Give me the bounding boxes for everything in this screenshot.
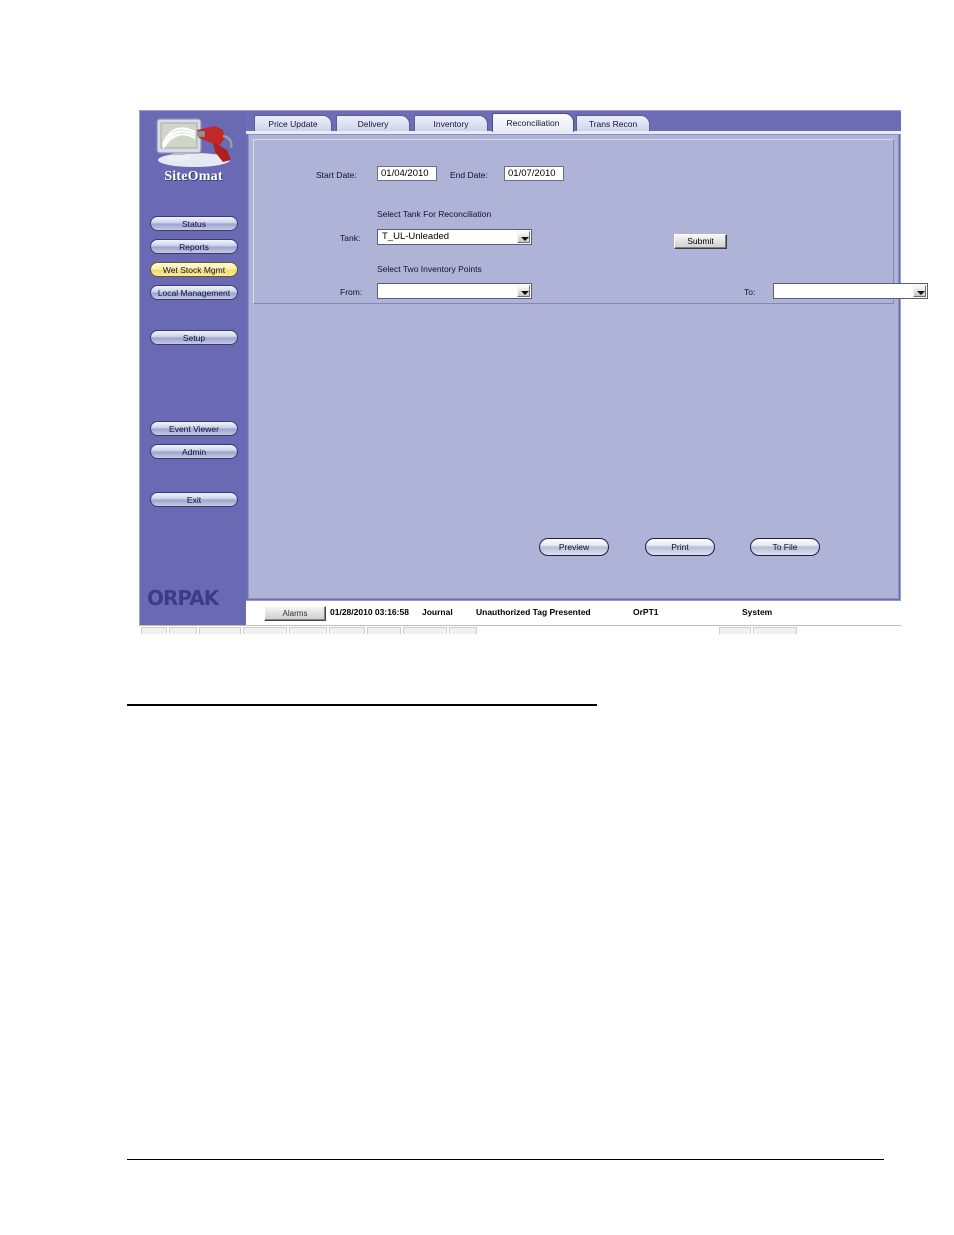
tab-reconciliation[interactable]: Reconciliation — [492, 113, 574, 132]
status-bar: Alarms 01/28/2010 03:16:58 Journal Unaut… — [246, 600, 901, 628]
taskbar-item[interactable] — [753, 627, 797, 634]
chevron-down-icon[interactable] — [517, 285, 530, 297]
tank-select-value: T_UL-Unleaded — [382, 231, 450, 242]
status-source: OrPT1 — [633, 607, 659, 617]
sidebar-item-label: Exit — [186, 495, 202, 505]
sidebar-item-exit[interactable]: Exit — [150, 492, 238, 507]
tab-label: Price Update — [268, 119, 318, 129]
to-file-button[interactable]: To File — [750, 538, 820, 556]
status-category: Journal — [422, 607, 453, 617]
tank-label: Tank: — [340, 233, 361, 243]
taskbar-item[interactable] — [367, 627, 401, 634]
application-window-inner: SiteOmat Status Reports Wet Stock Mgmt L… — [140, 111, 928, 629]
end-date-input[interactable]: 01/07/2010 — [504, 166, 564, 181]
tab-label: Delivery — [357, 119, 389, 129]
os-taskbar-sliver — [139, 625, 901, 634]
start-date-input[interactable]: 01/04/2010 — [377, 166, 437, 181]
page-divider-bottom — [127, 1159, 884, 1160]
alarms-button[interactable]: Alarms — [264, 606, 326, 621]
end-date-label: End Date: — [450, 170, 488, 180]
status-origin: System — [742, 607, 773, 617]
taskbar-item[interactable] — [329, 627, 365, 634]
tab-delivery[interactable]: Delivery — [336, 115, 410, 132]
sidebar: SiteOmat Status Reports Wet Stock Mgmt L… — [141, 112, 246, 629]
brand-logo-block: SiteOmat — [141, 112, 246, 192]
tab-trans-recon[interactable]: Trans Recon — [576, 115, 650, 132]
sidebar-item-event-viewer[interactable]: Event Viewer — [150, 421, 238, 436]
preview-button[interactable]: Preview — [539, 538, 609, 556]
sidebar-item-status[interactable]: Status — [150, 216, 238, 231]
reconciliation-form: Start Date: 01/04/2010 End Date: 01/07/2… — [253, 139, 928, 304]
tab-label: Inventory — [433, 119, 469, 129]
monitor-with-fuel-nozzle-icon — [156, 118, 233, 167]
sidebar-item-label: Reports — [179, 242, 209, 252]
taskbar-item[interactable] — [169, 627, 197, 634]
tank-section-title: Select Tank For Reconciliation — [377, 209, 492, 219]
print-button[interactable]: Print — [645, 538, 715, 556]
sidebar-item-label: Event Viewer — [169, 424, 219, 434]
sidebar-item-wet-stock-mgmt[interactable]: Wet Stock Mgmt — [150, 262, 238, 277]
to-label: To: — [744, 287, 756, 297]
sidebar-item-label: Status — [181, 219, 207, 229]
chevron-down-icon[interactable] — [517, 231, 530, 243]
brand-name: SiteOmat — [164, 169, 223, 184]
tab-label: Reconciliation — [506, 118, 560, 128]
sidebar-item-local-management[interactable]: Local Management — [150, 285, 238, 300]
inventory-section-title: Select Two Inventory Points — [377, 264, 482, 274]
tab-strip: Price Update Delivery Inventory Reconcil… — [246, 112, 901, 132]
tab-inventory[interactable]: Inventory — [414, 115, 488, 132]
sidebar-item-admin[interactable]: Admin — [150, 444, 238, 459]
taskbar-item[interactable] — [199, 627, 241, 634]
application-window: SiteOmat Status Reports Wet Stock Mgmt L… — [139, 110, 928, 630]
orpak-logo: ORPAK — [147, 586, 219, 610]
taskbar-item[interactable] — [141, 627, 167, 634]
to-select[interactable] — [773, 283, 928, 299]
sidebar-item-setup[interactable]: Setup — [150, 330, 238, 345]
from-label: From: — [340, 287, 363, 297]
status-message: Unauthorized Tag Presented — [476, 607, 591, 617]
tab-price-update[interactable]: Price Update — [254, 115, 332, 132]
taskbar-item[interactable] — [719, 627, 751, 634]
sidebar-item-label: Setup — [182, 333, 206, 343]
taskbar-item[interactable] — [289, 627, 327, 634]
sidebar-item-label: Admin — [181, 447, 207, 457]
taskbar-item[interactable] — [243, 627, 287, 634]
status-timestamp: 01/28/2010 03:16:58 — [330, 607, 409, 617]
page-divider-top — [127, 704, 597, 706]
taskbar-item[interactable] — [403, 627, 447, 634]
tank-select[interactable]: T_UL-Unleaded — [377, 229, 532, 245]
content-panel: Start Date: 01/04/2010 End Date: 01/07/2… — [248, 134, 928, 599]
submit-button[interactable]: Submit — [674, 234, 727, 249]
chevron-down-icon[interactable] — [913, 285, 926, 297]
start-date-label: Start Date: — [316, 170, 357, 180]
tab-label: Trans Recon — [588, 119, 638, 129]
taskbar-item[interactable] — [449, 627, 477, 634]
sidebar-item-label: Wet Stock Mgmt — [162, 265, 226, 275]
sidebar-item-label: Local Management — [157, 288, 231, 298]
from-select[interactable] — [377, 283, 532, 299]
sidebar-item-reports[interactable]: Reports — [150, 239, 238, 254]
